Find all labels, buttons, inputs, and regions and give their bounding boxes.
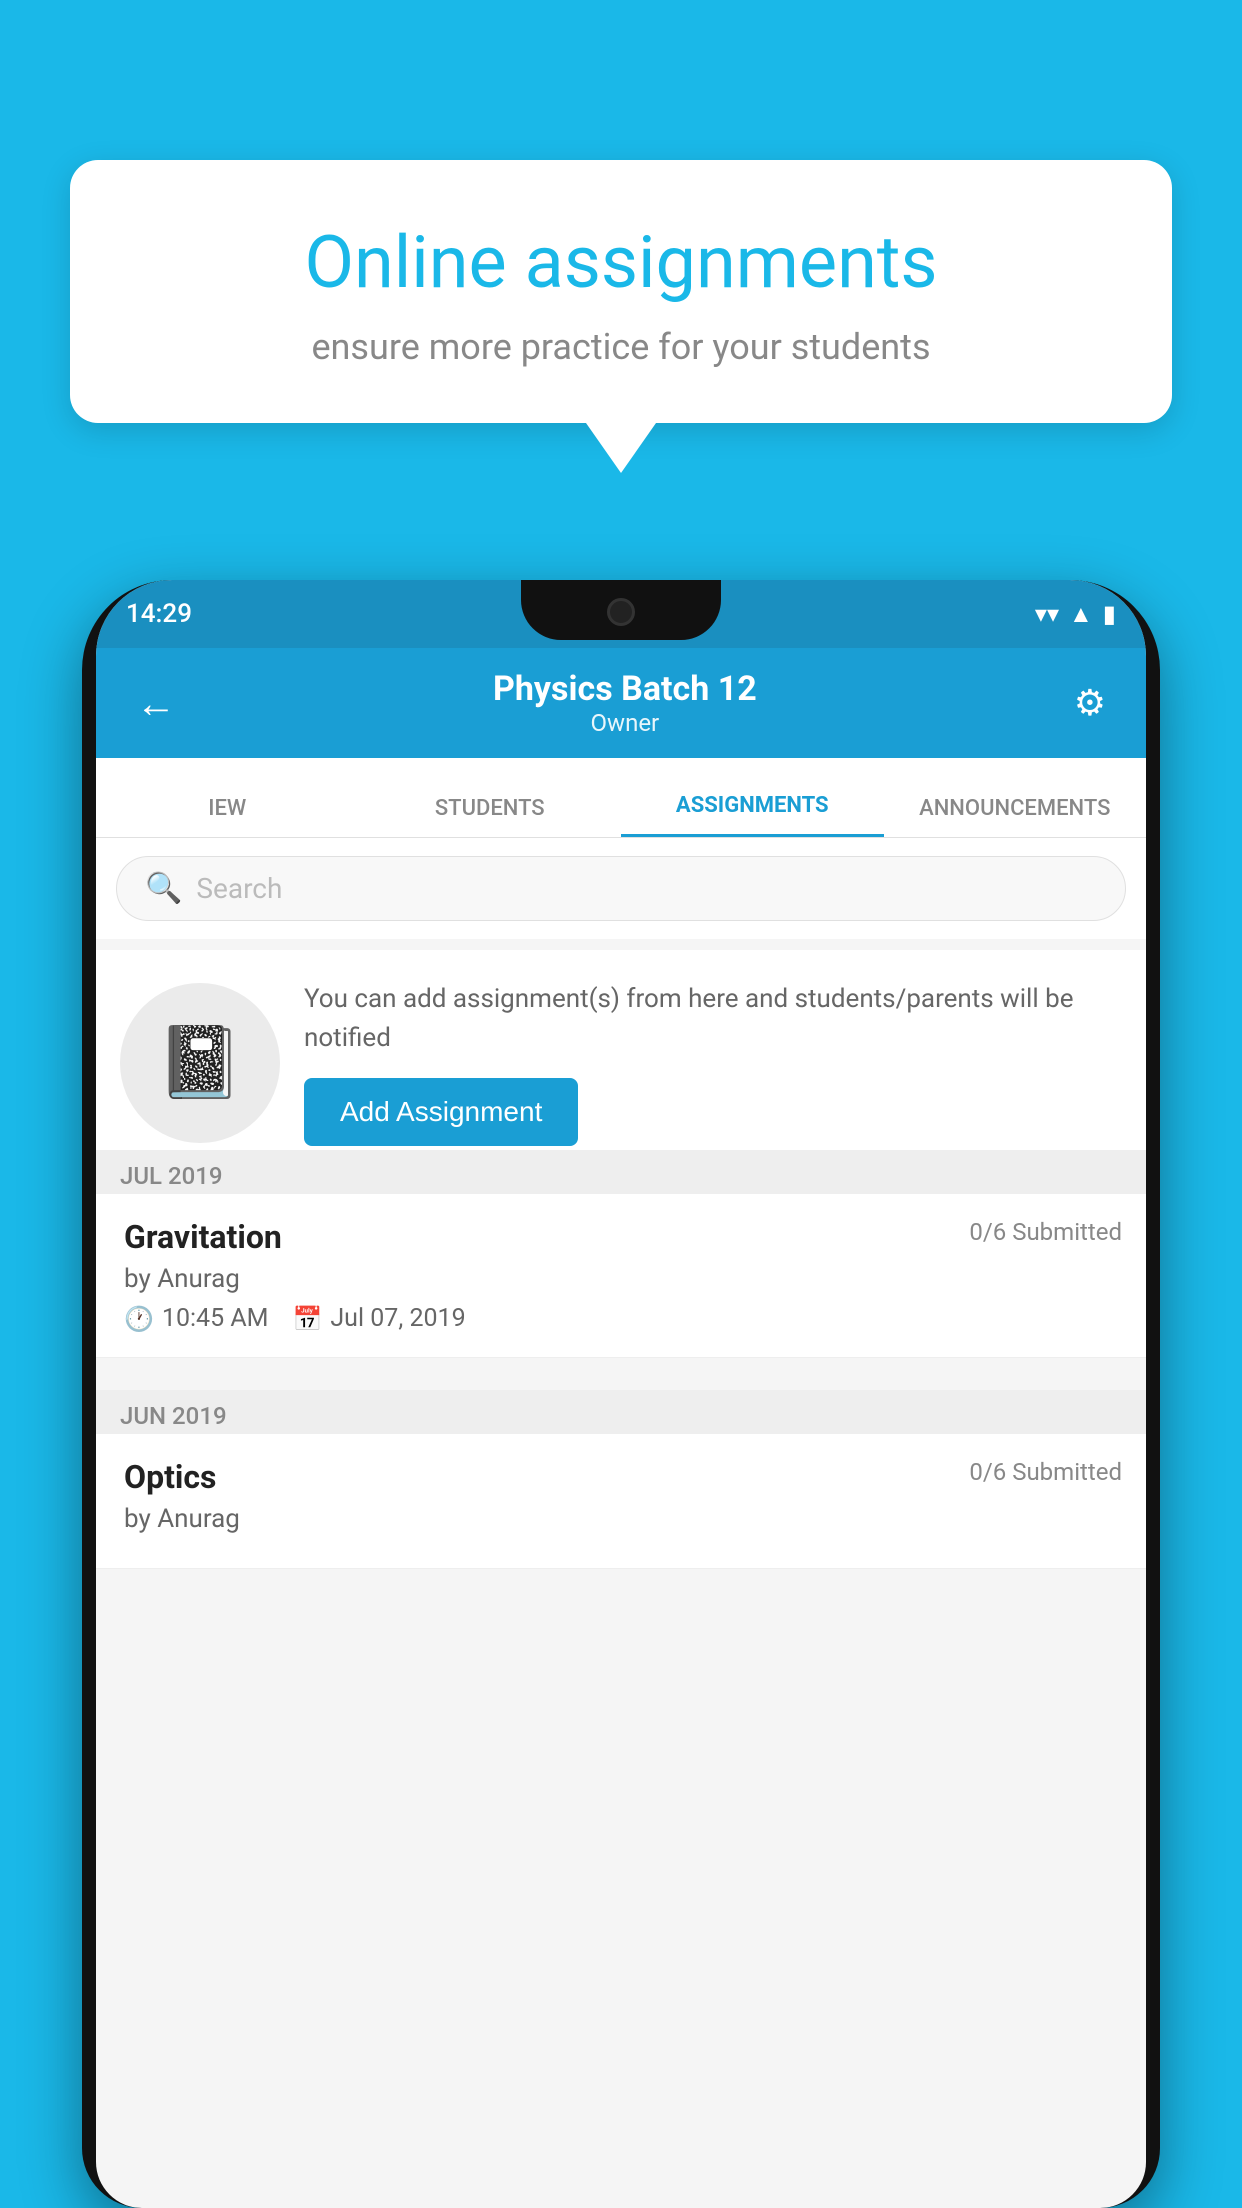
assignment-icon-circle: 📓 <box>120 983 280 1143</box>
assignment-item-header: Gravitation 0/6 Submitted <box>124 1218 1122 1256</box>
speech-bubble-container: Online assignments ensure more practice … <box>70 160 1172 473</box>
calendar-icon: 📅 <box>292 1305 322 1333</box>
clock-icon: 🕐 <box>124 1305 154 1333</box>
tab-students[interactable]: STUDENTS <box>359 796 622 837</box>
search-icon: 🔍 <box>145 871 182 906</box>
search-bar[interactable]: 🔍 Search <box>116 856 1126 921</box>
battery-icon: ▮ <box>1103 600 1116 628</box>
add-assignment-description: You can add assignment(s) from here and … <box>304 980 1122 1058</box>
add-assignment-section: 📓 You can add assignment(s) from here an… <box>96 950 1146 1177</box>
search-placeholder: Search <box>196 872 282 905</box>
phone-screen: 14:29 ▾▾ ▲ ▮ ← Physics Batch 12 Owner ⚙ … <box>96 580 1146 2208</box>
assignment-submitted-gravitation: 0/6 Submitted <box>969 1218 1122 1246</box>
phone-notch <box>521 580 721 640</box>
speech-bubble-arrow <box>586 423 656 473</box>
status-icons: ▾▾ ▲ ▮ <box>1035 600 1116 629</box>
wifi-icon: ▾▾ <box>1035 600 1059 628</box>
settings-button[interactable]: ⚙ <box>1064 672 1116 734</box>
tab-announcements[interactable]: ANNOUNCEMENTS <box>884 796 1147 837</box>
phone-camera <box>607 598 635 626</box>
assignment-date-value: Jul 07, 2019 <box>330 1304 465 1333</box>
assignment-author-gravitation: by Anurag <box>124 1264 1122 1294</box>
speech-bubble-subtitle: ensure more practice for your students <box>140 326 1102 368</box>
tab-assignments[interactable]: ASSIGNMENTS <box>621 793 884 837</box>
status-time: 14:29 <box>126 599 192 629</box>
notebook-icon: 📓 <box>156 1022 243 1104</box>
search-section: 🔍 Search <box>96 838 1146 939</box>
assignment-meta-gravitation: 🕐 10:45 AM 📅 Jul 07, 2019 <box>124 1304 1122 1333</box>
speech-bubble-card: Online assignments ensure more practice … <box>70 160 1172 423</box>
assignment-item-header-optics: Optics 0/6 Submitted <box>124 1458 1122 1496</box>
tabs-bar: IEW STUDENTS ASSIGNMENTS ANNOUNCEMENTS <box>96 758 1146 838</box>
month-label-jul: JUL 2019 <box>120 1162 223 1190</box>
assignment-time-gravitation: 🕐 10:45 AM <box>124 1304 268 1333</box>
assignment-author-optics: by Anurag <box>124 1504 1122 1534</box>
assignment-item-optics[interactable]: Optics 0/6 Submitted by Anurag <box>96 1434 1146 1569</box>
add-assignment-button[interactable]: Add Assignment <box>304 1078 578 1146</box>
speech-bubble-title: Online assignments <box>140 220 1102 306</box>
page-title: Physics Batch 12 <box>186 669 1064 709</box>
assignment-title-optics: Optics <box>124 1458 216 1496</box>
assignment-date-gravitation: 📅 Jul 07, 2019 <box>292 1304 465 1333</box>
assignment-item-gravitation[interactable]: Gravitation 0/6 Submitted by Anurag 🕐 10… <box>96 1194 1146 1358</box>
phone-frame: 14:29 ▾▾ ▲ ▮ ← Physics Batch 12 Owner ⚙ … <box>82 580 1160 2208</box>
assignment-submitted-optics: 0/6 Submitted <box>969 1458 1122 1486</box>
signal-icon: ▲ <box>1069 600 1093 629</box>
app-header: ← Physics Batch 12 Owner ⚙ <box>96 648 1146 758</box>
page-subtitle: Owner <box>186 709 1064 737</box>
assignment-time-value: 10:45 AM <box>162 1304 269 1333</box>
assignment-title-gravitation: Gravitation <box>124 1218 282 1256</box>
month-label-jun: JUN 2019 <box>120 1402 227 1430</box>
tab-iew[interactable]: IEW <box>96 796 359 837</box>
add-assignment-content: You can add assignment(s) from here and … <box>304 980 1122 1146</box>
back-button[interactable]: ← <box>126 670 186 737</box>
header-title-group: Physics Batch 12 Owner <box>186 669 1064 737</box>
